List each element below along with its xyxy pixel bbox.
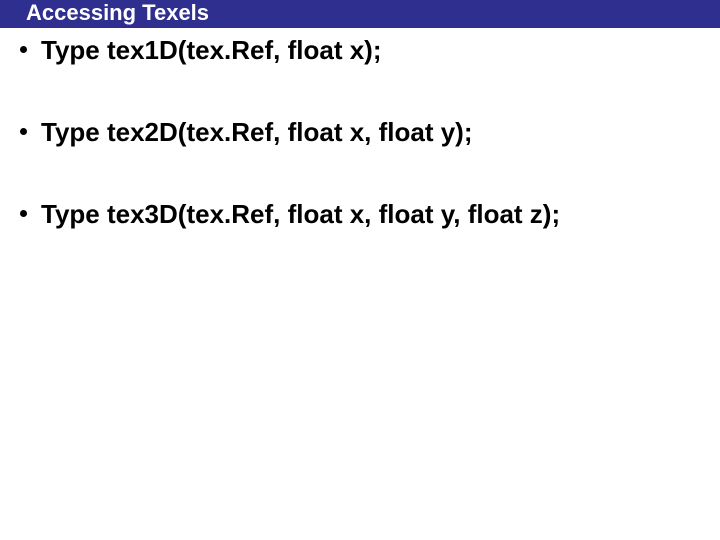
bullet-item: Type tex1D(tex.Ref, float x); xyxy=(20,34,700,66)
slide: Accessing Texels Type tex1D(tex.Ref, flo… xyxy=(0,0,720,540)
bullet-dot-icon xyxy=(20,210,27,217)
bullet-dot-icon xyxy=(20,46,27,53)
slide-content: Type tex1D(tex.Ref, float x); Type tex2D… xyxy=(0,28,720,230)
bullet-dot-icon xyxy=(20,128,27,135)
bullet-item: Type tex2D(tex.Ref, float x, float y); xyxy=(20,116,700,148)
bullet-text: Type tex3D(tex.Ref, float x, float y, fl… xyxy=(41,198,560,230)
slide-title: Accessing Texels xyxy=(0,0,720,28)
bullet-text: Type tex1D(tex.Ref, float x); xyxy=(41,34,381,66)
bullet-text: Type tex2D(tex.Ref, float x, float y); xyxy=(41,116,473,148)
bullet-item: Type tex3D(tex.Ref, float x, float y, fl… xyxy=(20,198,700,230)
